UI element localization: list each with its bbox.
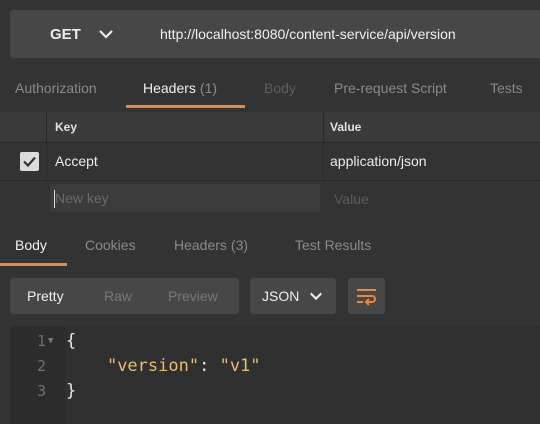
tab-pre-request-script[interactable]: Pre-request Script (334, 68, 447, 108)
header-key-text: Accept (55, 153, 98, 169)
url-text: http://localhost:8080/content-service/ap… (160, 26, 456, 42)
tab-body: Body (264, 68, 296, 108)
tab-response-body[interactable]: Body (15, 225, 47, 265)
preview-button[interactable]: Preview (168, 278, 218, 314)
request-tabs: Authorization Headers (1) Body Pre-reques… (0, 68, 540, 108)
response-tabs: Body Cookies Headers (3) Test Results (0, 224, 540, 266)
tab-response-headers[interactable]: Headers (3) (174, 225, 248, 265)
new-header-row: Value (0, 180, 540, 218)
open-brace: { (66, 331, 77, 351)
tab-label: Body (15, 237, 47, 253)
tab-tests[interactable]: Tests (490, 68, 523, 108)
headers-table: Key Value Accept application/json Value (0, 112, 540, 218)
format-label: JSON (262, 288, 300, 304)
tab-test-results[interactable]: Test Results (295, 225, 371, 265)
chevron-down-icon (99, 30, 113, 39)
json-value: "v1" (219, 356, 261, 376)
key-header-label: Key (55, 120, 78, 134)
tab-label: Headers (143, 80, 196, 96)
wrap-lines-button[interactable] (348, 278, 385, 314)
close-brace: } (66, 381, 77, 401)
tab-count: (3) (230, 237, 249, 253)
key-column-header: Key (46, 112, 324, 142)
line-number-gutter: 1 ▼ 2 3 (10, 326, 65, 424)
code-line-2: "version": "v1" (66, 356, 261, 376)
value-column-header: Value (322, 112, 540, 142)
tab-label: Authorization (15, 80, 97, 96)
new-value-placeholder: Value (334, 191, 369, 207)
tab-label: Pre-request Script (334, 80, 447, 96)
response-toolbar: Pretty Raw Preview JSON (0, 266, 540, 326)
pretty-button[interactable]: Pretty (27, 278, 64, 314)
tab-label: Test Results (295, 237, 372, 253)
tab-cookies[interactable]: Cookies (85, 225, 136, 265)
line-number: 2 (36, 357, 46, 375)
code-line-3: } (66, 381, 76, 401)
code-line-1: { (66, 331, 76, 351)
line-number: 1 (36, 332, 46, 350)
method-label: GET (50, 25, 81, 43)
chevron-down-icon (310, 292, 323, 301)
format-dropdown[interactable]: JSON (250, 278, 336, 314)
new-value-cell[interactable]: Value (322, 180, 540, 218)
header-value-cell[interactable]: application/json (322, 142, 540, 180)
method-dropdown[interactable]: GET (10, 10, 140, 58)
json-key: "version" (106, 356, 200, 376)
request-bar: GET http://localhost:8080/content-servic… (0, 0, 540, 68)
header-value-text: application/json (330, 153, 427, 169)
header-key-cell[interactable]: Accept (46, 142, 324, 180)
raw-button[interactable]: Raw (104, 278, 132, 314)
active-tab-indicator (126, 105, 245, 108)
response-body-editor[interactable]: 1 ▼ 2 3 { "version": "v1" } (10, 326, 540, 424)
tab-label: Headers (174, 237, 227, 253)
method-url-group: GET http://localhost:8080/content-servic… (10, 10, 540, 58)
tab-label: Cookies (85, 237, 136, 253)
table-header-row: Key Value (0, 112, 540, 143)
line-number: 3 (36, 382, 46, 400)
text-cursor (54, 190, 55, 208)
url-input[interactable]: http://localhost:8080/content-service/ap… (160, 10, 530, 58)
checkmark-icon (23, 156, 36, 168)
json-colon: : (199, 356, 210, 376)
wrap-lines-icon (357, 289, 376, 306)
tab-label: Tests (490, 80, 523, 96)
tab-headers[interactable]: Headers (1) (143, 68, 217, 108)
value-header-label: Value (330, 120, 362, 134)
tab-authorization[interactable]: Authorization (15, 68, 97, 108)
new-key-input[interactable] (50, 184, 320, 212)
tab-count: (1) (199, 80, 218, 96)
fold-toggle-icon[interactable]: ▼ (48, 336, 53, 346)
table-row: Accept application/json (0, 142, 540, 181)
tab-label: Body (264, 80, 296, 96)
header-enabled-checkbox[interactable] (20, 152, 39, 171)
view-mode-group: Pretty Raw Preview (10, 278, 239, 314)
